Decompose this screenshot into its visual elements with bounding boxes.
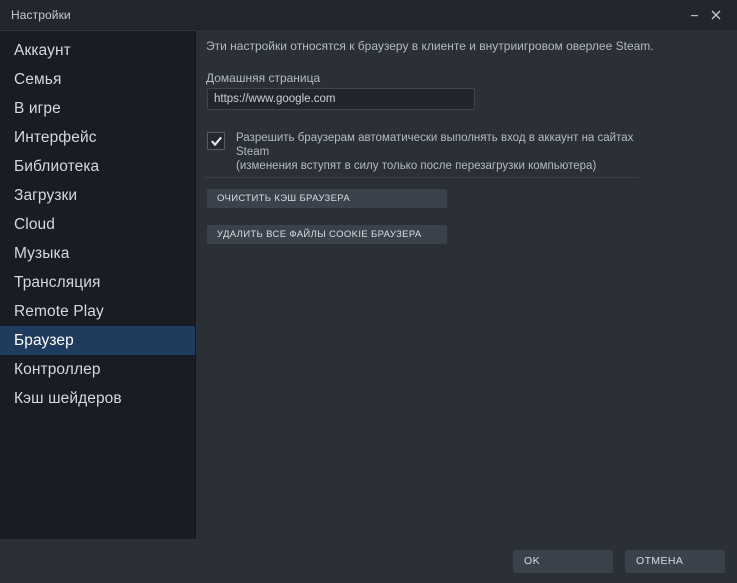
sidebar-item-label: Библиотека	[14, 157, 100, 175]
settings-dialog: Настройки Аккаунт Семья В игре Интерфейс…	[0, 0, 737, 583]
cancel-button[interactable]: ОТМЕНА	[625, 549, 725, 573]
delete-browser-cookies-button[interactable]: УДАЛИТЬ ВСЕ ФАЙЛЫ COOKIE БРАУЗЕРА	[207, 225, 447, 244]
auto-login-label-line1: Разрешить браузерам автоматически выполн…	[236, 132, 634, 158]
sidebar-item-cloud[interactable]: Cloud	[0, 210, 195, 239]
sidebar-item-controller[interactable]: Контроллер	[0, 355, 195, 384]
sidebar-item-label: В игре	[14, 99, 61, 117]
auto-login-label-line2: (изменения вступят в силу только после п…	[236, 160, 597, 172]
window-controls	[683, 0, 737, 29]
home-page-label: Домашняя страница	[206, 71, 321, 85]
sidebar-item-label: Cloud	[14, 215, 55, 233]
sidebar-item-label: Браузер	[14, 331, 74, 349]
dialog-footer: OK ОТМЕНА	[0, 539, 737, 583]
sidebar-item-library[interactable]: Библиотека	[0, 152, 195, 181]
ok-button[interactable]: OK	[513, 549, 613, 573]
sidebar-item-shader-cache[interactable]: Кэш шейдеров	[0, 384, 195, 413]
sidebar-item-label: Remote Play	[14, 302, 104, 320]
close-icon[interactable]	[705, 3, 727, 27]
settings-sidebar: Аккаунт Семья В игре Интерфейс Библиотек…	[0, 30, 196, 540]
sidebar-item-family[interactable]: Семья	[0, 65, 195, 94]
sidebar-item-label: Музыка	[14, 244, 70, 262]
auto-login-checkbox-label: Разрешить браузерам автоматически выполн…	[236, 131, 666, 173]
title-bar: Настройки	[0, 0, 737, 30]
sidebar-item-label: Интерфейс	[14, 128, 97, 146]
checkbox-checked-icon[interactable]	[207, 132, 225, 150]
window-title: Настройки	[11, 7, 71, 22]
dialog-body: Аккаунт Семья В игре Интерфейс Библиотек…	[0, 30, 737, 583]
minimize-icon[interactable]	[683, 3, 705, 27]
sidebar-item-account[interactable]: Аккаунт	[0, 36, 195, 65]
sidebar-item-browser[interactable]: Браузер	[0, 326, 195, 355]
sidebar-item-in-game[interactable]: В игре	[0, 94, 195, 123]
home-page-input[interactable]	[207, 88, 475, 110]
settings-content-browser: Эти настройки относятся к браузеру в кли…	[196, 30, 737, 583]
auto-login-checkbox-row[interactable]: Разрешить браузерам автоматически выполн…	[207, 131, 677, 173]
sidebar-item-downloads[interactable]: Загрузки	[0, 181, 195, 210]
section-divider	[205, 177, 639, 178]
sidebar-item-label: Загрузки	[14, 186, 78, 204]
sidebar-item-interface[interactable]: Интерфейс	[0, 123, 195, 152]
sidebar-item-label: Аккаунт	[14, 41, 71, 59]
clear-browser-cache-button[interactable]: ОЧИСТИТЬ КЭШ БРАУЗЕРА	[207, 189, 447, 208]
sidebar-item-label: Кэш шейдеров	[14, 389, 122, 407]
sidebar-item-label: Контроллер	[14, 360, 101, 378]
sidebar-item-broadcasting[interactable]: Трансляция	[0, 268, 195, 297]
sidebar-item-label: Трансляция	[14, 273, 101, 291]
sidebar-item-label: Семья	[14, 70, 62, 88]
browser-intro-text: Эти настройки относятся к браузеру в кли…	[206, 39, 654, 53]
sidebar-item-remote-play[interactable]: Remote Play	[0, 297, 195, 326]
sidebar-item-music[interactable]: Музыка	[0, 239, 195, 268]
